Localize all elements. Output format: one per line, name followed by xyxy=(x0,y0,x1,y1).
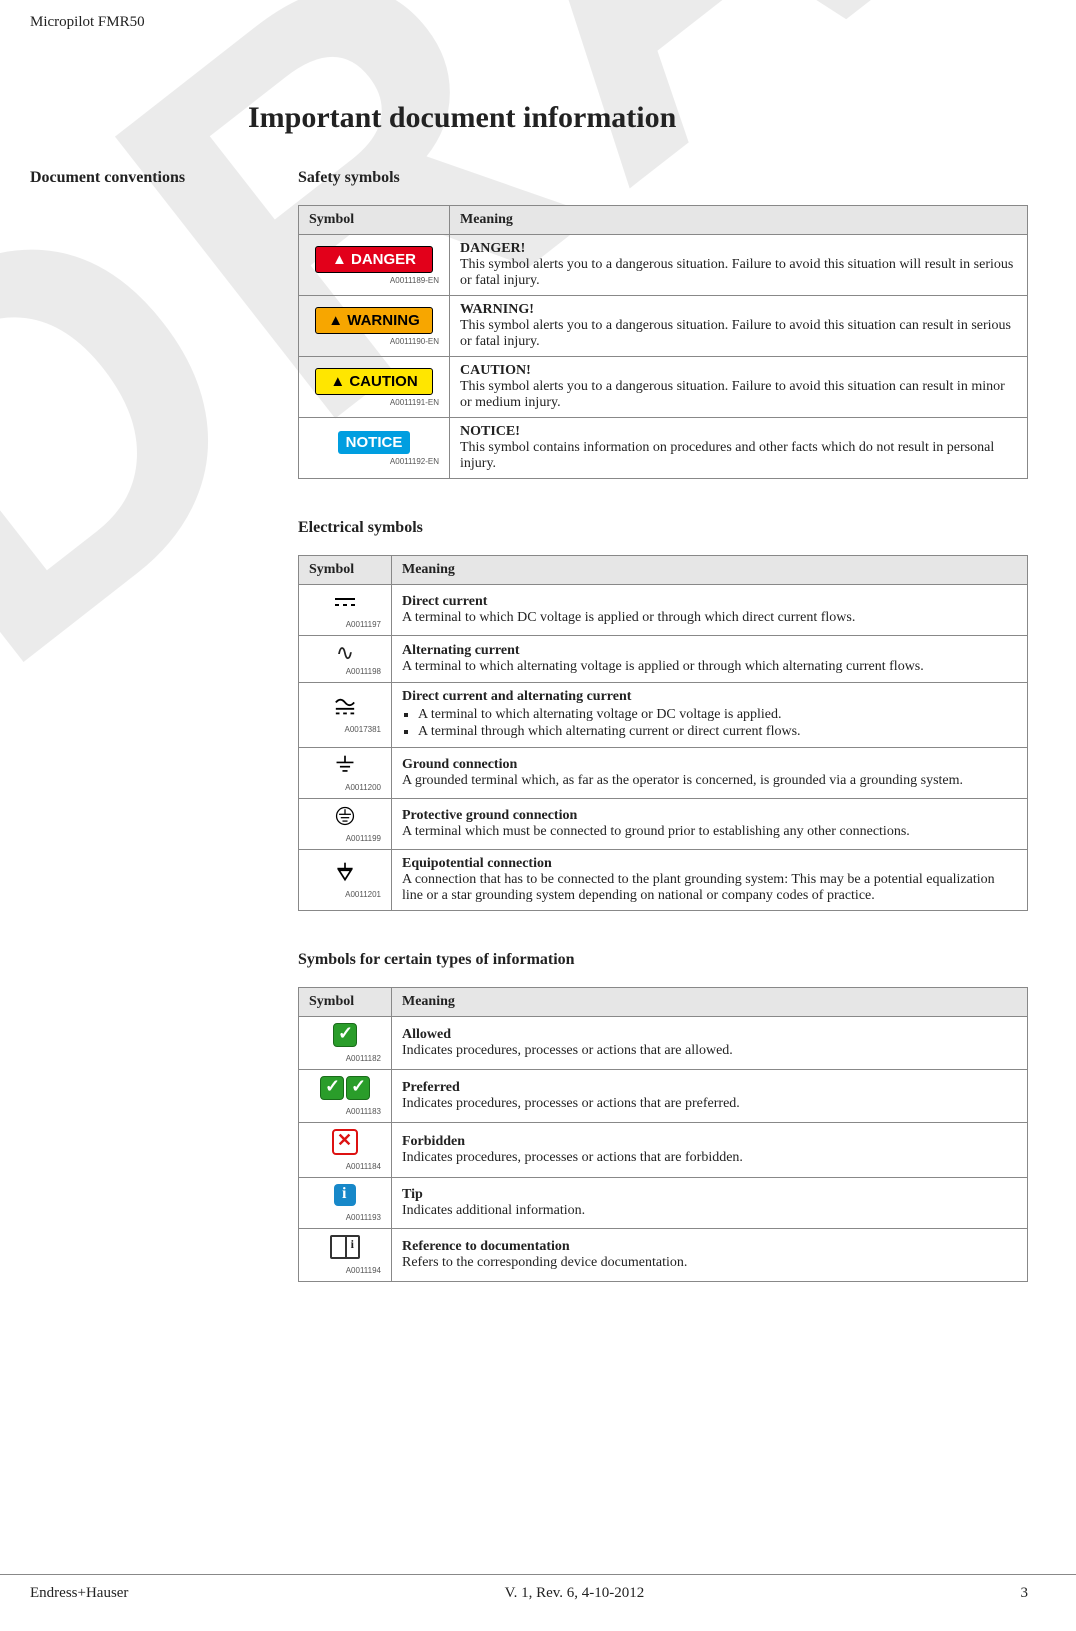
ref-code: A0011182 xyxy=(309,1054,381,1063)
col-meaning: Meaning xyxy=(392,988,1028,1017)
meaning-desc: A connection that has to be connected to… xyxy=(402,872,995,903)
meaning-title: NOTICE! xyxy=(460,424,520,439)
safety-table: Symbol Meaning DANGER A0011189-EN DANGER… xyxy=(298,205,1028,479)
meaning-desc: Indicates procedures, processes or actio… xyxy=(402,1150,743,1165)
table-row: A0017381 Direct current and alternating … xyxy=(299,683,1028,748)
ref-code: A0011189-EN xyxy=(309,276,439,285)
meaning-title: Allowed xyxy=(402,1027,451,1042)
meaning-title: Preferred xyxy=(402,1080,460,1095)
bullet: A terminal to which alternating voltage … xyxy=(418,707,1017,723)
ref-code: A0011184 xyxy=(309,1162,381,1171)
meaning-desc: Refers to the corresponding device docum… xyxy=(402,1255,687,1270)
info-table: Symbol Meaning A0011182 Allowed Indicate… xyxy=(298,987,1028,1282)
ref-code: A0017381 xyxy=(309,725,381,734)
table-row: ∿ A0011198 Alternating current A termina… xyxy=(299,636,1028,683)
docref-icon xyxy=(330,1235,360,1259)
footer-right: 3 xyxy=(1020,1585,1028,1602)
table-row: CAUTION A0011191-EN CAUTION! This symbol… xyxy=(299,357,1028,418)
ref-code: A0011197 xyxy=(309,620,381,629)
meaning-title: CAUTION! xyxy=(460,363,531,378)
tip-icon xyxy=(334,1184,356,1206)
table-row: A0011199 Protective ground connection A … xyxy=(299,799,1028,850)
bullet: A terminal through which alternating cur… xyxy=(418,724,1017,740)
electrical-table: Symbol Meaning A0011197 Direct current A… xyxy=(298,555,1028,911)
meaning-desc: Indicates procedures, processes or actio… xyxy=(402,1043,733,1058)
caution-badge: CAUTION xyxy=(315,368,433,395)
ref-code: A0011198 xyxy=(309,667,381,676)
preferred-icon xyxy=(320,1076,344,1100)
col-meaning: Meaning xyxy=(450,206,1028,235)
dc-icon xyxy=(330,591,360,613)
warning-badge: WARNING xyxy=(315,307,433,334)
meaning-desc: This symbol alerts you to a dangerous si… xyxy=(460,257,1013,288)
ref-code: A0011192-EN xyxy=(309,457,439,466)
ref-code: A0011194 xyxy=(309,1266,381,1275)
table-row: A0011184 Forbidden Indicates procedures,… xyxy=(299,1123,1028,1178)
page-title: Important document information xyxy=(248,101,1028,135)
meaning-desc: A terminal to which DC voltage is applie… xyxy=(402,610,855,625)
col-symbol: Symbol xyxy=(299,988,392,1017)
meaning-title: WARNING! xyxy=(460,302,534,317)
ref-code: A0011183 xyxy=(309,1107,381,1116)
meaning-title: Direct current xyxy=(402,594,487,609)
table-row: A0011193 Tip Indicates additional inform… xyxy=(299,1178,1028,1229)
meaning-title: Reference to documentation xyxy=(402,1239,570,1254)
table-row: A0011200 Ground connection A grounded te… xyxy=(299,748,1028,799)
table-row: A0011201 Equipotential connection A conn… xyxy=(299,850,1028,911)
meaning-title: Ground connection xyxy=(402,757,517,772)
equipotential-icon xyxy=(330,861,360,883)
col-symbol: Symbol xyxy=(299,206,450,235)
meaning-desc: This symbol contains information on proc… xyxy=(460,440,994,471)
allowed-icon xyxy=(333,1023,357,1047)
table-row: DANGER A0011189-EN DANGER! This symbol a… xyxy=(299,235,1028,296)
danger-badge: DANGER xyxy=(315,246,433,273)
side-label: Document conventions xyxy=(30,169,298,187)
info-heading: Symbols for certain types of information xyxy=(298,951,1028,969)
notice-badge: NOTICE xyxy=(338,431,411,454)
meaning-desc: Indicates additional information. xyxy=(402,1203,585,1218)
table-row: A0011197 Direct current A terminal to wh… xyxy=(299,585,1028,636)
meaning-desc: Indicates procedures, processes or actio… xyxy=(402,1096,740,1111)
col-meaning: Meaning xyxy=(392,556,1028,585)
footer-center: V. 1, Rev. 6, 4-10-2012 xyxy=(505,1585,645,1602)
forbidden-icon xyxy=(332,1129,358,1155)
ref-code: A0011193 xyxy=(309,1213,381,1222)
meaning-title: Alternating current xyxy=(402,643,520,658)
meaning-title: Protective ground connection xyxy=(402,808,577,823)
header-product: Micropilot FMR50 xyxy=(30,14,1028,31)
meaning-title: Direct current and alternating current xyxy=(402,689,631,704)
meaning-desc: This symbol alerts you to a dangerous si… xyxy=(460,379,1005,410)
electrical-heading: Electrical symbols xyxy=(298,519,1028,537)
ac-icon: ∿ xyxy=(336,640,354,665)
safety-heading: Safety symbols xyxy=(298,169,1028,187)
meaning-desc: A grounded terminal which, as far as the… xyxy=(402,773,963,788)
footer-left: Endress+Hauser xyxy=(30,1585,128,1602)
meaning-title: Equipotential connection xyxy=(402,856,552,871)
ref-code: A0011201 xyxy=(309,890,381,899)
ground-icon xyxy=(330,754,360,776)
table-row: NOTICE A0011192-EN NOTICE! This symbol c… xyxy=(299,418,1028,479)
page-footer: Endress+Hauser V. 1, Rev. 6, 4-10-2012 3 xyxy=(0,1574,1076,1614)
acdc-icon xyxy=(330,696,360,718)
ref-code: A0011191-EN xyxy=(309,398,439,407)
ref-code: A0011199 xyxy=(309,834,381,843)
table-row: A0011183 Preferred Indicates procedures,… xyxy=(299,1070,1028,1123)
ref-code: A0011200 xyxy=(309,783,381,792)
meaning-desc: A terminal which must be connected to gr… xyxy=(402,824,910,839)
preferred-icon xyxy=(346,1076,370,1100)
col-symbol: Symbol xyxy=(299,556,392,585)
ref-code: A0011190-EN xyxy=(309,337,439,346)
table-row: A0011182 Allowed Indicates procedures, p… xyxy=(299,1017,1028,1070)
meaning-title: Tip xyxy=(402,1187,423,1202)
protective-ground-icon xyxy=(330,805,360,827)
table-row: WARNING A0011190-EN WARNING! This symbol… xyxy=(299,296,1028,357)
meaning-title: Forbidden xyxy=(402,1134,465,1149)
meaning-desc: A terminal to which alternating voltage … xyxy=(402,659,924,674)
meaning-desc: This symbol alerts you to a dangerous si… xyxy=(460,318,1011,349)
table-row: A0011194 Reference to documentation Refe… xyxy=(299,1229,1028,1282)
meaning-title: DANGER! xyxy=(460,241,525,256)
